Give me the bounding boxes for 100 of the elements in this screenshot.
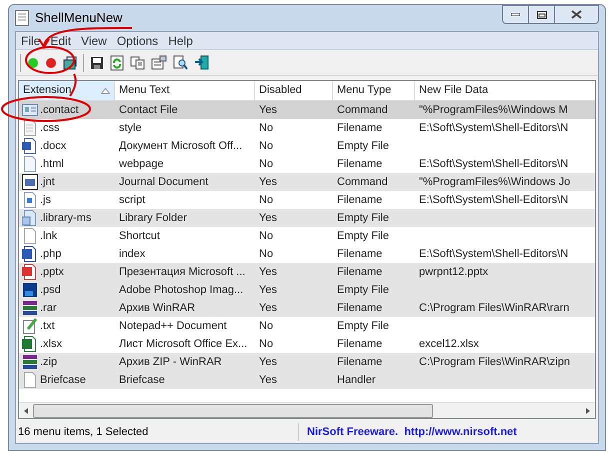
notepad-icon	[22, 318, 38, 334]
table-cell-text: Empty File	[337, 210, 389, 226]
table-cell-text: Filename	[337, 246, 382, 262]
table-cell-text: .contact	[40, 102, 79, 118]
table-cell-text: Yes	[259, 174, 277, 190]
table-cell-text: Adobe Photoshop Imag...	[119, 282, 244, 298]
table-cell-text: .docx	[40, 138, 66, 154]
table-cell-text: Handler	[337, 372, 376, 388]
menu-item[interactable]: Help	[163, 32, 198, 50]
table-cell-text: .txt	[40, 318, 55, 334]
table-cell-text: .pptx	[40, 264, 64, 280]
close-icon	[571, 10, 582, 19]
ink-line	[69, 74, 77, 97]
scrollbar-thumb[interactable]	[33, 404, 433, 418]
ink-circle	[25, 46, 75, 74]
menu-item[interactable]: View	[76, 32, 112, 50]
sort-arrow-icon	[101, 88, 110, 94]
minimize-icon	[511, 13, 520, 16]
table-cell-text: webpage	[119, 156, 164, 172]
archive-icon	[22, 300, 38, 316]
script-icon	[22, 192, 38, 208]
circle-icon[interactable]	[27, 56, 39, 68]
table-cell-text: .js	[40, 192, 51, 208]
horizontal-scrollbar[interactable]	[19, 402, 595, 418]
refresh-icon[interactable]	[110, 54, 124, 70]
table-cell-text: Презентация Microsoft ...	[119, 264, 246, 280]
table-cell-text: style	[119, 120, 142, 136]
table-cell-text: Journal Document	[119, 174, 208, 190]
table-cell-text: excel12.xlsx	[419, 336, 479, 352]
table-cell-text: Library Folder	[119, 210, 187, 226]
window-title: ShellMenuNew	[35, 9, 122, 28]
save-icon[interactable]	[90, 56, 104, 70]
table-cell-text: .psd	[40, 282, 61, 298]
table-cell-text: .php	[40, 246, 62, 262]
library-icon	[22, 210, 38, 226]
table-cell-text: No	[259, 318, 274, 334]
copy-icon[interactable]	[130, 56, 145, 70]
table-cell-text: E:\Soft\System\Shell-Editors\N	[419, 156, 568, 172]
table-cell-text: Yes	[259, 354, 277, 370]
maximize-button[interactable]	[529, 5, 555, 24]
minimize-button[interactable]	[502, 5, 529, 24]
properties-icon[interactable]	[63, 56, 77, 70]
table-cell-text: .html	[40, 156, 64, 172]
website-link[interactable]: NirSoft Freeware. http://www.nirsoft.net	[299, 424, 517, 440]
close-button[interactable]	[555, 5, 599, 24]
table-cell-text: No	[259, 228, 274, 244]
menu-item[interactable]: File	[16, 32, 46, 50]
image-file-icon	[22, 282, 38, 298]
column-header[interactable]: Disabled	[255, 81, 333, 101]
presentation-icon	[22, 264, 38, 280]
table-cell-text: Filename	[337, 264, 382, 280]
archive-icon	[22, 354, 38, 370]
maximize-icon	[536, 10, 546, 18]
status-text: 16 menu items, 1 Selected	[17, 424, 150, 440]
table-cell-text: .lnk	[40, 228, 58, 244]
table-cell-text: Лист Microsoft Office Ex...	[119, 336, 248, 352]
properties-icon[interactable]	[151, 55, 167, 70]
table-cell-text: No	[259, 120, 274, 136]
contact-card-icon	[22, 102, 38, 118]
table-cell-text: Yes	[259, 264, 277, 280]
table-cell-text: .xlsx	[40, 336, 62, 352]
table-cell-text: index	[119, 246, 146, 262]
table-cell-text: Архив WinRAR	[119, 300, 196, 316]
file-icon	[22, 120, 38, 136]
table-cell-text: Yes	[259, 372, 277, 388]
table-cell-text: No	[259, 138, 274, 154]
table-cell-text: Notepad++ Document	[119, 318, 227, 334]
table-cell-text: Empty File	[337, 138, 389, 154]
exit-icon[interactable]	[194, 55, 209, 70]
search-icon[interactable]	[173, 55, 188, 70]
table-cell-text: Filename	[337, 336, 382, 352]
column-header[interactable]: Menu Text	[115, 81, 255, 101]
table-cell-text: Архив ZIP - WinRAR	[119, 354, 222, 370]
table-cell-text: C:\Program Files\WinRAR\rarn	[419, 300, 570, 316]
table-cell-text: Yes	[259, 102, 277, 118]
menu-item[interactable]: Options	[112, 32, 164, 50]
table-cell-text: Contact File	[119, 102, 178, 118]
table-cell-text: Empty File	[337, 318, 389, 334]
table-cell-text: Empty File	[337, 228, 389, 244]
table-cell-text: No	[259, 156, 274, 172]
table-cell-text: Filename	[337, 300, 382, 316]
table-cell-text: E:\Soft\System\Shell-Editors\N	[419, 192, 568, 208]
table-cell-text: script	[119, 192, 146, 208]
table-cell-text: Документ Microsoft Off...	[119, 138, 242, 154]
table-cell-text: .zip	[40, 354, 58, 370]
table-cell-text: .css	[40, 120, 60, 136]
table-cell-text: Yes	[259, 210, 277, 226]
table-cell-text: Command	[337, 102, 388, 118]
journal-icon	[22, 174, 38, 190]
column-header[interactable]: Menu Type	[333, 81, 415, 101]
column-header[interactable]: Extension	[19, 81, 115, 101]
menu-item[interactable]: Edit	[45, 32, 76, 50]
table-cell-text: Yes	[259, 300, 277, 316]
table-cell-text: Empty File	[337, 282, 389, 298]
table-cell-text: .rar	[40, 300, 56, 316]
table-cell-text: Filename	[337, 120, 382, 136]
table-cell-text: No	[259, 246, 274, 262]
table-cell-text: E:\Soft\System\Shell-Editors\N	[419, 120, 568, 136]
table-cell-text: C:\Program Files\WinRAR\zipn	[419, 354, 570, 370]
circle-icon[interactable]	[45, 56, 57, 68]
